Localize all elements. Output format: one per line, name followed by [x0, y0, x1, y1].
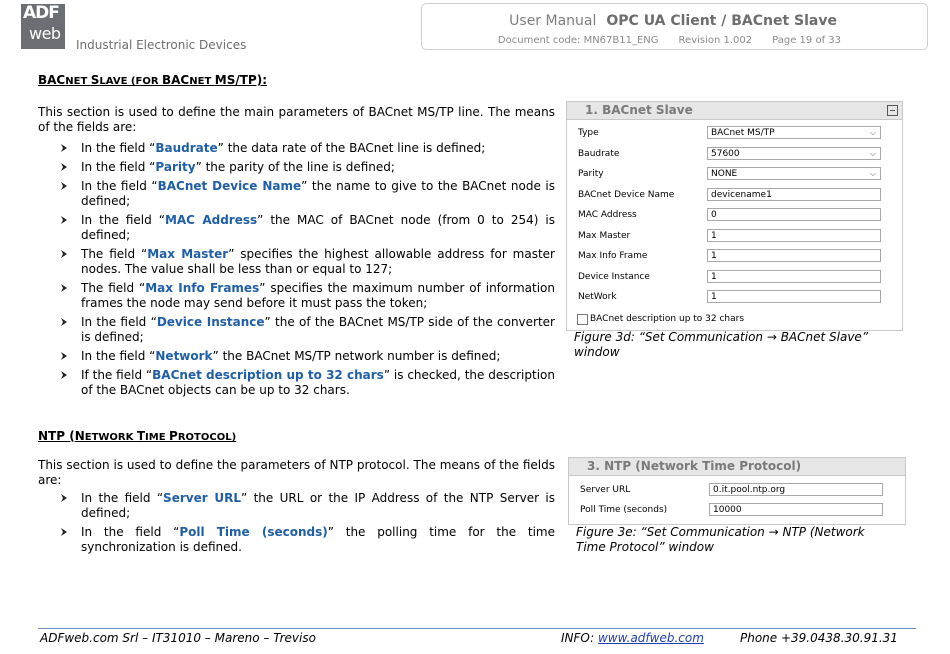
checkbox-label: BACnet description up to 32 chars: [590, 314, 745, 324]
footer-rule: [38, 628, 916, 629]
field-label: NetWork: [578, 292, 617, 302]
chevron-down-icon: ⌵: [869, 128, 876, 137]
field-keyword: BACnet Device Name: [157, 179, 302, 193]
product-name: OPC UA Client / BACnet Slave: [606, 13, 837, 29]
footer-info: INFO: www.adfweb.com: [561, 631, 704, 645]
list-item: The field “Max Master” specifies the hig…: [60, 247, 555, 277]
company-tagline: Industrial Electronic Devices: [76, 38, 247, 52]
text-field[interactable]: 10000: [709, 503, 883, 516]
text-field[interactable]: 0.it.pool.ntp.org: [709, 483, 883, 496]
list-item: In the field “MAC Address” the MAC of BA…: [60, 213, 555, 243]
ntp-field-list: In the field “Server URL” the URL or the…: [60, 491, 555, 559]
arrow-bullet-icon: [61, 352, 67, 360]
field-keyword: Network: [155, 349, 213, 363]
section-heading-bacnet-slave: BACNET SLAVE (FOR BACNET MS/TP):: [38, 73, 267, 87]
list-item: In the field “BACnet Device Name” the na…: [60, 179, 555, 209]
description-32-chars-checkbox[interactable]: [577, 314, 588, 325]
list-item: In the field “Baudrate” the data rate of…: [60, 141, 555, 156]
field-label: Baudrate: [578, 148, 620, 159]
arrow-bullet-icon: [61, 216, 67, 224]
manual-label: User Manual: [509, 13, 597, 29]
ntp-intro-paragraph: This section is used to define the param…: [38, 458, 555, 487]
collapse-icon[interactable]: [887, 105, 898, 116]
list-item: If the field “BACnet description up to 3…: [60, 368, 555, 398]
arrow-bullet-icon: [61, 528, 67, 536]
footer-phone: Phone +39.0438.30.91.31: [740, 631, 898, 645]
field-keyword: Server URL: [163, 491, 241, 505]
window-title: 1. BACnet Slave: [567, 102, 902, 120]
section-heading-ntp: NTP (NETWORK TIME PROTOCOL): [38, 429, 237, 443]
text-field[interactable]: 1: [707, 290, 881, 303]
select-field[interactable]: BACnet MS/TP ⌵: [707, 126, 881, 139]
website-link[interactable]: www.adfweb.com: [598, 631, 704, 645]
chevron-down-icon: ⌵: [869, 169, 876, 178]
field-keyword: Baudrate: [155, 141, 218, 155]
arrow-bullet-icon: [61, 494, 67, 502]
bacnet-intro-paragraph: This section is used to define the main …: [38, 105, 555, 134]
field-label: BACnet Device Name: [578, 189, 675, 200]
arrow-bullet-icon: [61, 182, 67, 190]
doc-code: Document code: MN67B11_ENG: [497, 35, 659, 46]
text-field[interactable]: 1: [707, 228, 881, 242]
field-label: Max Info Frame: [578, 251, 648, 261]
field-label: Poll Time (seconds): [580, 505, 668, 515]
arrow-bullet-icon: [61, 144, 67, 152]
field-label: MAC Address: [578, 210, 637, 220]
list-item: The field “Max Info Frames” specifies th…: [60, 281, 555, 311]
bacnet-slave-window: 1. BACnet Slave Type BACnet MS/TP ⌵ Baudrat…: [566, 101, 903, 331]
field-keyword: BACnet description up to 32 chars: [152, 368, 384, 382]
field-keyword: Max Master: [147, 247, 229, 261]
list-item: In the field “Server URL” the URL or the…: [60, 491, 555, 521]
text-field[interactable]: 0: [707, 208, 881, 221]
field-label: Device Instance: [578, 271, 650, 282]
select-field[interactable]: NONE ⌵: [707, 167, 881, 180]
field-keyword: Parity: [155, 160, 196, 174]
text-field[interactable]: 1: [707, 249, 881, 262]
list-item: In the field “Poll Time (seconds)” the p…: [60, 525, 555, 555]
figure-3e-caption: Figure 3e: “Set Communication → NTP (Net…: [576, 525, 865, 554]
document-title: User Manual OPC UA Client / BACnet Slave: [509, 13, 837, 29]
text-field[interactable]: 1: [707, 269, 881, 283]
arrow-bullet-icon: [61, 163, 67, 171]
field-label: Max Master: [578, 230, 631, 241]
document-meta: Document code: MN67B11_ENG Revision 1.002…: [498, 35, 841, 46]
chevron-down-icon: ⌵: [869, 148, 876, 158]
arrow-bullet-icon: [61, 250, 67, 258]
list-item: In the field “Network” the BACnet MS/TP …: [60, 349, 555, 364]
field-label: Server URL: [580, 485, 631, 495]
bacnet-field-list: In the field “Baudrate” the data rate of…: [60, 141, 555, 402]
select-field[interactable]: 57600 ⌵: [707, 146, 881, 160]
arrow-bullet-icon: [61, 371, 67, 379]
revision: Revision 1.002: [678, 35, 753, 46]
field-label: Parity: [578, 169, 604, 179]
footer-company: ADFweb.com Srl – IT31010 – Mareno – Trev…: [40, 631, 316, 645]
page-number: Page 19 of 33: [772, 35, 841, 46]
document-header-box: User Manual OPC UA Client / BACnet Slave …: [421, 3, 928, 50]
field-keyword: Device Instance: [156, 315, 265, 329]
window-title: 3. NTP (Network Time Protocol): [569, 458, 905, 476]
list-item: In the field “Device Instance” the of th…: [60, 315, 555, 345]
field-label: Type: [578, 128, 599, 138]
field-keyword: Poll Time (seconds): [179, 525, 328, 539]
adfweb-logo: ADF web: [21, 3, 65, 49]
list-item: In the field “Parity” the parity of the …: [60, 160, 555, 175]
text-field[interactable]: devicename1: [707, 187, 881, 201]
arrow-bullet-icon: [61, 284, 67, 292]
ntp-window: 3. NTP (Network Time Protocol) Server UR…: [568, 457, 906, 525]
field-keyword: MAC Address: [164, 213, 258, 227]
figure-3d-caption: Figure 3d: “Set Communication → BACnet S…: [574, 330, 869, 359]
arrow-bullet-icon: [61, 318, 67, 326]
field-keyword: Max Info Frames: [145, 281, 260, 295]
